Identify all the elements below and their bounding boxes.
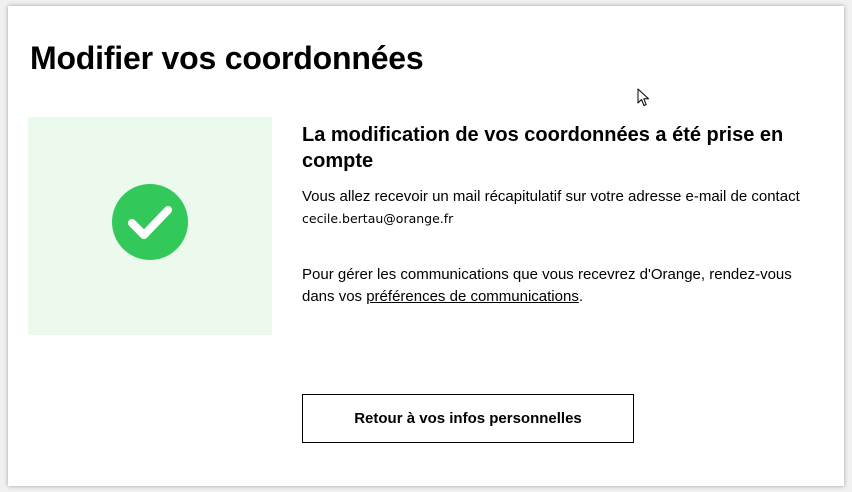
- success-illustration: [28, 117, 272, 335]
- preferences-info-text: Pour gérer les communications que vous r…: [302, 264, 812, 308]
- back-to-personal-info-button[interactable]: Retour à vos infos personnelles: [302, 394, 634, 443]
- page-title: Modifier vos coordonnées: [30, 40, 424, 76]
- screen: Modifier vos coordonnées La modification…: [0, 0, 852, 492]
- mail-info-label: Vous allez recevoir un mail récapitulati…: [302, 188, 800, 205]
- check-circle-icon: [112, 184, 188, 260]
- checkmark-icon: [128, 206, 172, 239]
- contact-email: cecile.bertau@orange.fr: [302, 211, 454, 226]
- communication-preferences-link[interactable]: préférences de communications: [366, 288, 579, 305]
- confirmation-content: La modification de vos coordonnées a été…: [302, 122, 812, 308]
- mouse-cursor-icon: [637, 88, 649, 106]
- main-panel: Modifier vos coordonnées La modification…: [8, 6, 844, 486]
- mail-info-text: Vous allez recevoir un mail récapitulati…: [302, 186, 812, 230]
- success-heading: La modification de vos coordonnées a été…: [302, 124, 784, 172]
- preferences-info-period: .: [578, 288, 583, 305]
